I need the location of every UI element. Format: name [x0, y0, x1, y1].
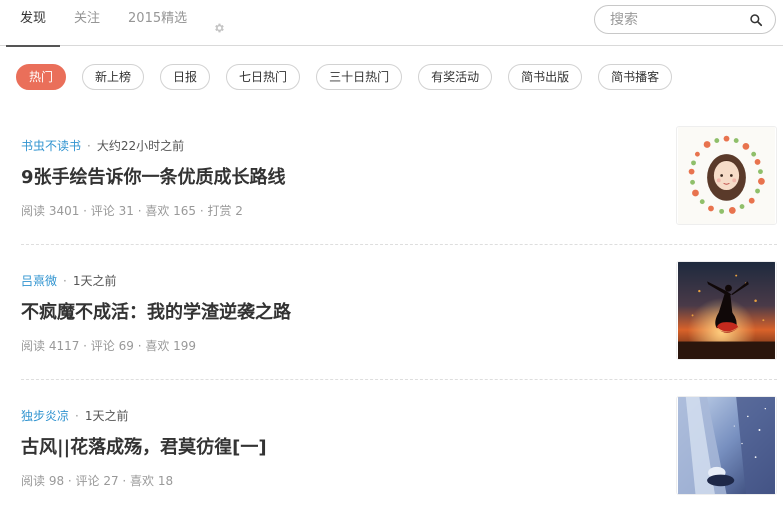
meta-separator: ·: [75, 408, 79, 423]
category-new-list[interactable]: 新上榜: [82, 64, 145, 90]
publish-time: 1天之前: [72, 274, 117, 288]
author-link[interactable]: 书虫不读书: [21, 137, 81, 154]
category-30day-hot[interactable]: 三十日热门: [316, 64, 403, 90]
article-list: 书虫不读书 · 大约22小时之前 9张手绘告诉你一条优质成长路线 阅读 3401…: [21, 110, 777, 515]
article-stats: 阅读 4117 · 评论 69 · 喜欢 199: [21, 339, 197, 353]
article-title[interactable]: 不疯魔不成活：我的学渣逆袭之路: [21, 298, 291, 324]
article-meta: 独步炎凉 · 1天之前: [21, 407, 128, 424]
meta-separator: ·: [63, 273, 67, 288]
dancer-silhouette-sunset: [678, 262, 775, 359]
article-item: 独步炎凉 · 1天之前 古风||花落成殇，君莫彷徨[一] 阅读 98 · 评论 …: [21, 380, 777, 515]
tab-2015-selected[interactable]: 2015精选: [114, 0, 201, 46]
author-link[interactable]: 吕熹微: [21, 272, 57, 289]
category-podcast[interactable]: 简书播客: [598, 64, 673, 90]
search-box[interactable]: [594, 5, 776, 34]
search-input[interactable]: [595, 6, 740, 33]
tab-discover[interactable]: 发现: [6, 0, 61, 47]
blue-sky-buildings: [678, 397, 775, 494]
article-title[interactable]: 古风||花落成殇，君莫彷徨[一]: [21, 433, 267, 459]
category-hot[interactable]: 热门: [16, 64, 67, 90]
article-thumbnail[interactable]: [676, 396, 777, 495]
publish-time: 1天之前: [84, 409, 129, 423]
meta-separator: ·: [87, 138, 91, 153]
category-bar: 热门 新上榜 日报 七日热门 三十日热门 有奖活动 简书出版 简书播客: [16, 64, 688, 92]
category-daily[interactable]: 日报: [160, 64, 211, 90]
tab-follow[interactable]: 关注: [60, 0, 114, 46]
author-link[interactable]: 独步炎凉: [21, 407, 69, 424]
article-stats: 阅读 98 · 评论 27 · 喜欢 18: [21, 474, 174, 488]
article-thumbnail[interactable]: [676, 261, 777, 360]
article-thumbnail[interactable]: [676, 126, 777, 225]
article-item: 吕熹微 · 1天之前 不疯魔不成活：我的学渣逆袭之路 阅读 4117 · 评论 …: [21, 245, 777, 380]
settings-tab[interactable]: [201, 0, 237, 46]
article-item: 书虫不读书 · 大约22小时之前 9张手绘告诉你一条优质成长路线 阅读 3401…: [21, 110, 777, 245]
search-icon[interactable]: [749, 12, 763, 31]
category-7day-hot[interactable]: 七日热门: [226, 64, 301, 90]
category-publishing[interactable]: 简书出版: [508, 64, 583, 90]
publish-time: 大约22小时之前: [96, 139, 185, 153]
category-prize-events[interactable]: 有奖活动: [418, 64, 493, 90]
article-stats: 阅读 3401 · 评论 31 · 喜欢 165 · 打赏 2: [21, 204, 243, 218]
top-navigation: 发现 关注 2015精选: [0, 0, 783, 47]
article-title[interactable]: 9张手绘告诉你一条优质成长路线: [21, 163, 286, 189]
article-meta: 吕熹微 · 1天之前: [21, 272, 116, 289]
article-meta: 书虫不读书 · 大约22小时之前: [21, 137, 184, 154]
gear-icon[interactable]: [213, 12, 225, 50]
girl-flower-wreath-illustration: [678, 127, 775, 224]
main-tabs: 发现 关注 2015精选: [6, 0, 237, 47]
